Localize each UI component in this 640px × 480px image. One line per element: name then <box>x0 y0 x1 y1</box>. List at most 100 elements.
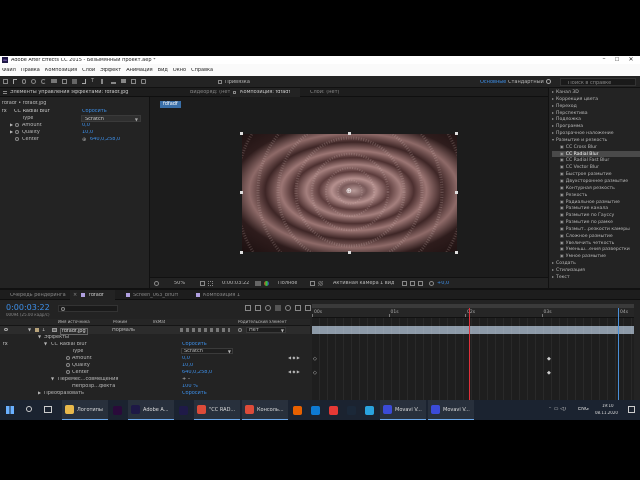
eraser-tool-icon[interactable] <box>121 79 126 83</box>
keyframe-diamond[interactable]: ◇ <box>313 356 317 362</box>
quality-value[interactable]: 10,0 <box>82 130 93 135</box>
center-value[interactable]: 640,0,258,0 <box>90 137 120 142</box>
effects-list-item[interactable]: ▣ Размыт...резкости камеры <box>552 226 640 233</box>
effects-list-item[interactable]: ▣ Радиальное размытие <box>552 199 640 206</box>
magnify-icon[interactable] <box>154 281 159 286</box>
effects-list-item[interactable]: ▣ Размытие по Гауссу <box>552 212 640 219</box>
stamp-tool-icon[interactable] <box>111 79 116 84</box>
type-dropdown[interactable]: Scratch ▼ <box>81 115 141 122</box>
graph-editor-icon[interactable] <box>295 305 301 311</box>
effects-list-item[interactable]: ▣ Умное размытие <box>552 253 640 260</box>
views-dropdown[interactable]: 1 вид <box>380 281 394 286</box>
layer-handle[interactable] <box>240 191 243 194</box>
effects-list-item[interactable]: ▸ Стилизация <box>552 267 640 274</box>
keyframe-diamond[interactable]: ◆ <box>547 370 551 376</box>
timeline-center-value[interactable]: 640,0,258,0 <box>182 370 212 375</box>
motion-blur-icon[interactable] <box>285 305 291 311</box>
grid-icon[interactable] <box>208 281 213 286</box>
effects-list-item[interactable]: ▣ Сложное размытие <box>552 233 640 240</box>
playhead[interactable] <box>469 308 471 400</box>
comp-breadcrumb[interactable]: fdfadf <box>160 101 181 108</box>
layer-name[interactable]: fdfadf.jpg <box>60 327 88 335</box>
home-icon[interactable] <box>3 79 8 84</box>
hand-tool-icon[interactable] <box>22 79 26 84</box>
effects-list-item[interactable]: ▸ Прозрачное наложение <box>552 130 640 137</box>
lock-icon[interactable] <box>233 91 236 94</box>
timeline-quality-value[interactable]: 10,0 <box>182 363 193 368</box>
taskbar-app-button[interactable]: Movavi V... <box>428 400 474 420</box>
effects-list-item[interactable]: ▾ Размытие и резкость <box>552 137 640 144</box>
tab-footage[interactable]: Видеоряд: (нет) <box>190 90 232 95</box>
stopwatch-icon[interactable] <box>15 130 19 134</box>
taskbar-app-button[interactable] <box>344 400 360 420</box>
menu-view[interactable]: Вид <box>158 68 168 73</box>
maximize-button[interactable]: ☐ <box>611 56 623 64</box>
color-channel-icon[interactable] <box>264 281 269 286</box>
effects-list-item[interactable]: ▣ Уменьш...ения разверстки <box>552 246 640 253</box>
effects-list-item[interactable]: ▣ Размытие канала <box>552 205 640 212</box>
text-tool-icon[interactable]: T <box>91 79 96 84</box>
tab-timeline-active[interactable]: × fdfadf <box>70 290 115 300</box>
effects-list-item[interactable]: ▸ Программа <box>552 123 640 130</box>
rotate-tool-icon[interactable] <box>41 79 46 84</box>
transparency-grid-icon[interactable] <box>318 281 323 286</box>
effects-list-item[interactable]: ▣ Двухстороннее размытие <box>552 178 640 185</box>
menu-file[interactable]: Файл <box>2 68 16 73</box>
effects-list-item[interactable]: ▣ Быстрое размытие <box>552 171 640 178</box>
layer-row[interactable]: ▼ 1 fdfadf.jpg Нормаль Нет ▼ <box>0 326 310 335</box>
layer-label-color[interactable] <box>35 328 39 332</box>
tab-layer[interactable]: Слой: (нет) <box>310 90 339 95</box>
tab-screen-comp[interactable]: Scrеen_063_bifurf <box>133 293 178 298</box>
brush-tool-icon[interactable] <box>101 79 106 84</box>
effect-controls-tab[interactable]: Элементы управления эффектами: fdfadf.jp… <box>0 88 150 97</box>
twirl-quality[interactable]: ▶ <box>10 130 13 134</box>
effects-list-item[interactable]: ▣ Увеличить четкость <box>552 240 640 247</box>
tray-icons[interactable]: ⌃ ▭ ◁) <box>548 407 566 412</box>
layer-handle[interactable] <box>455 251 458 254</box>
timeline-amount-value[interactable]: 0,0 <box>182 356 190 361</box>
tab-composition[interactable]: Композиция: fdfadf <box>230 88 300 97</box>
viewer-option-icon[interactable] <box>418 281 423 286</box>
viewer-option-icon[interactable] <box>410 281 415 286</box>
stopwatch-icon[interactable] <box>66 370 70 374</box>
work-area-end-marker[interactable] <box>618 308 619 400</box>
effects-list-item[interactable]: ▣ CC Radial Blur <box>552 150 640 158</box>
tab-composition-1[interactable]: Композиция 1 <box>203 293 240 298</box>
region-icon[interactable] <box>310 281 315 286</box>
clock-time[interactable]: 19:10 <box>602 404 614 408</box>
layer-switches[interactable] <box>180 328 230 332</box>
taskbar-app-button[interactable] <box>362 400 378 420</box>
timeline-search-input[interactable] <box>58 305 118 312</box>
clock-date[interactable]: 08.11.2020 <box>595 411 618 415</box>
resolution-dropdown[interactable]: Полное <box>278 281 297 286</box>
shape-tool-icon[interactable] <box>72 79 77 84</box>
menu-help[interactable]: Справка <box>191 68 213 73</box>
layer-handle[interactable] <box>348 132 351 135</box>
exposure-icon[interactable] <box>429 281 434 286</box>
draft-3d-icon[interactable] <box>255 305 261 311</box>
time-ruler[interactable]: 00s 01s 02s 03s 04s <box>312 308 634 318</box>
transform-reset[interactable]: Сбросить <box>182 391 207 396</box>
effects-list-item[interactable]: ▸ Переход <box>552 103 640 110</box>
layer-handle[interactable] <box>240 132 243 135</box>
layer-handle[interactable] <box>348 251 351 254</box>
viewer-option-icon[interactable] <box>402 281 407 286</box>
effect-name[interactable]: CC Radial Blur <box>14 109 50 114</box>
taskbar-app-button[interactable]: Логотипы <box>62 400 108 420</box>
notifications-icon[interactable] <box>628 406 635 413</box>
effects-list-item[interactable]: ▸ Создать <box>552 260 640 267</box>
effects-list-item[interactable]: ▣ Резкость <box>552 192 640 199</box>
pan-behind-tool-icon[interactable] <box>62 79 67 84</box>
keyframe-diamond[interactable]: ◆ <box>547 356 551 362</box>
tab-render-queue[interactable]: Очередь рендеринга <box>10 293 66 298</box>
camera-snapshot-icon[interactable] <box>255 281 261 286</box>
amount-value[interactable]: 0,0 <box>82 123 90 128</box>
roto-brush-icon[interactable] <box>131 79 136 84</box>
menu-composition[interactable]: Композиция <box>45 68 77 73</box>
twirl-compositing[interactable]: ▼ <box>51 377 54 381</box>
layer-twirl[interactable]: ▼ <box>28 328 31 332</box>
snapshot-icon[interactable] <box>305 305 311 311</box>
taskbar-app-button[interactable]: Консоль... <box>242 400 288 420</box>
close-button[interactable]: ✕ <box>625 56 637 64</box>
effects-list-item[interactable]: ▣ CC Vector Blur <box>552 164 640 171</box>
